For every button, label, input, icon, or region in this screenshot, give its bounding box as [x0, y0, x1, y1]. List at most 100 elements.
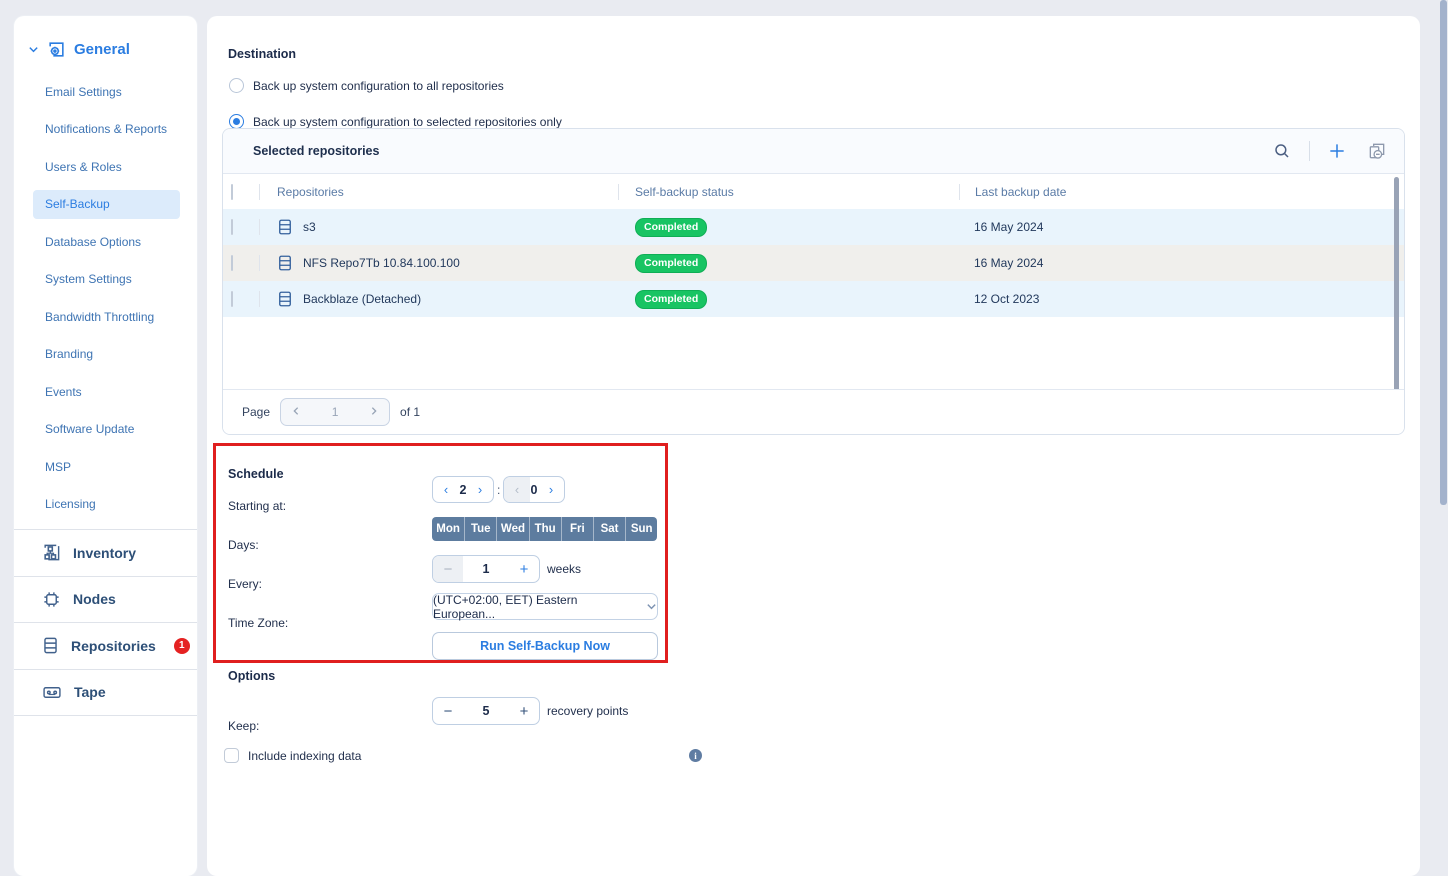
- page-control: 1: [280, 398, 390, 426]
- remove-from-backup-icon[interactable]: [1364, 138, 1390, 164]
- divider: [1309, 141, 1310, 161]
- sidebar-item-users-roles[interactable]: Users & Roles: [14, 148, 197, 186]
- add-icon[interactable]: [1324, 138, 1350, 164]
- sidebar-group-general[interactable]: General: [14, 16, 197, 65]
- radio-icon: [229, 78, 244, 93]
- every-decrement-icon[interactable]: −: [433, 556, 463, 582]
- sidebar-item-inventory[interactable]: Inventory: [14, 530, 197, 576]
- panel-title: Selected repositories: [253, 144, 379, 158]
- repositories-alert-badge: 1: [174, 638, 190, 654]
- sidebar-general-items: Email Settings Notifications & Reports U…: [14, 73, 197, 523]
- sidebar-item-bandwidth-throttling[interactable]: Bandwidth Throttling: [14, 298, 197, 336]
- day-toggle-thu[interactable]: Thu: [529, 517, 561, 541]
- hour-value: 2: [459, 483, 467, 497]
- repository-name: NFS Repo7Tb 10.84.100.100: [303, 256, 460, 270]
- last-backup-date: 16 May 2024: [959, 220, 1309, 234]
- sidebar-item-events[interactable]: Events: [14, 373, 197, 411]
- table-row[interactable]: NFS Repo7Tb 10.84.100.100 Completed 16 M…: [223, 245, 1404, 281]
- tape-icon: [42, 683, 62, 702]
- divider: [14, 715, 197, 716]
- hour-increment-icon[interactable]: ›: [467, 482, 493, 497]
- radio-backup-selected-repositories[interactable]: Back up system configuration to selected…: [229, 114, 562, 129]
- starting-at-label: Starting at:: [228, 499, 286, 513]
- column-status[interactable]: Self-backup status: [619, 185, 959, 199]
- radio-backup-all-repositories[interactable]: Back up system configuration to all repo…: [229, 78, 504, 93]
- sidebar-item-database-options[interactable]: Database Options: [14, 223, 197, 261]
- column-last-backup-date[interactable]: Last backup date: [960, 185, 1310, 199]
- chip-icon: [42, 590, 61, 609]
- page-scrollbar[interactable]: [1440, 0, 1447, 505]
- include-indexing-checkbox[interactable]: [224, 748, 239, 763]
- page-next-icon[interactable]: [369, 405, 379, 419]
- table-row[interactable]: Backblaze (Detached) Completed 12 Oct 20…: [223, 281, 1404, 317]
- hour-spinner[interactable]: ‹ 2 ›: [432, 476, 494, 503]
- every-label: Every:: [228, 577, 262, 591]
- every-value: 1: [463, 562, 509, 576]
- sidebar-item-repositories[interactable]: Repositories 1: [14, 623, 197, 669]
- sidebar-item-notifications-reports[interactable]: Notifications & Reports: [14, 111, 197, 149]
- days-label: Days:: [228, 538, 259, 552]
- database-icon: [277, 218, 293, 236]
- minute-decrement-icon[interactable]: ‹: [504, 477, 530, 502]
- main-content: Destination Back up system configuration…: [207, 16, 1420, 876]
- search-icon[interactable]: [1269, 138, 1295, 164]
- table-row[interactable]: s3 Completed 16 May 2024: [223, 209, 1404, 245]
- selected-repositories-panel: Selected repositories: [222, 128, 1405, 435]
- day-toggle-fri[interactable]: Fri: [561, 517, 593, 541]
- every-increment-icon[interactable]: +: [509, 556, 539, 582]
- sidebar-general-label: General: [74, 41, 130, 58]
- time-colon: :: [497, 483, 500, 497]
- page-number[interactable]: 1: [332, 405, 339, 419]
- radio-selected-icon: [229, 114, 244, 129]
- table-header: Repositories Self-backup status Last bac…: [223, 174, 1404, 209]
- day-toggle-sat[interactable]: Sat: [593, 517, 625, 541]
- sidebar-item-licensing[interactable]: Licensing: [14, 486, 197, 524]
- keep-unit-label: recovery points: [547, 704, 628, 718]
- database-icon: [277, 290, 293, 308]
- minute-value: 0: [530, 483, 538, 497]
- include-indexing-checkbox-row[interactable]: Include indexing data: [224, 748, 361, 763]
- chevron-down-icon: [646, 601, 657, 612]
- timezone-dropdown[interactable]: (UTC+02:00, EET) Eastern European...: [432, 593, 658, 620]
- sidebar-item-system-settings[interactable]: System Settings: [14, 261, 197, 299]
- status-badge: Completed: [635, 254, 707, 273]
- row-checkbox[interactable]: [231, 291, 233, 307]
- row-checkbox[interactable]: [231, 219, 233, 235]
- page-label: Page: [242, 405, 270, 419]
- keep-increment-icon[interactable]: +: [509, 698, 539, 724]
- keep-decrement-icon[interactable]: −: [433, 698, 463, 724]
- keep-value: 5: [463, 704, 509, 718]
- sidebar-item-software-update[interactable]: Software Update: [14, 411, 197, 449]
- include-indexing-label: Include indexing data: [248, 749, 361, 763]
- minute-spinner[interactable]: ‹ 0 ›: [503, 476, 565, 503]
- day-toggle-mon[interactable]: Mon: [432, 517, 464, 541]
- database-icon: [42, 636, 59, 655]
- select-all-checkbox[interactable]: [231, 184, 233, 200]
- hour-decrement-icon[interactable]: ‹: [433, 482, 459, 497]
- status-badge: Completed: [635, 290, 707, 309]
- day-toggle-sun[interactable]: Sun: [625, 517, 657, 541]
- run-self-backup-button[interactable]: Run Self-Backup Now: [432, 632, 658, 660]
- info-icon[interactable]: i: [689, 749, 702, 762]
- page-prev-icon[interactable]: [291, 405, 301, 419]
- sidebar-item-branding[interactable]: Branding: [14, 336, 197, 374]
- panel-header: Selected repositories: [223, 129, 1404, 174]
- keep-stepper[interactable]: − 5 +: [432, 697, 540, 725]
- day-toggle-tue[interactable]: Tue: [464, 517, 496, 541]
- timezone-value: (UTC+02:00, EET) Eastern European...: [433, 593, 638, 621]
- pagination: Page 1 of 1: [223, 389, 1404, 434]
- keep-label: Keep:: [228, 719, 259, 733]
- column-repositories[interactable]: Repositories: [260, 185, 618, 199]
- sidebar-item-email-settings[interactable]: Email Settings: [14, 73, 197, 111]
- gear-icon: [47, 40, 66, 59]
- row-checkbox[interactable]: [231, 255, 233, 271]
- sidebar-item-nodes[interactable]: Nodes: [14, 577, 197, 623]
- every-stepper[interactable]: − 1 +: [432, 555, 540, 583]
- status-badge: Completed: [635, 218, 707, 237]
- repository-name: s3: [303, 220, 316, 234]
- sidebar-item-tape[interactable]: Tape: [14, 670, 197, 716]
- sidebar-item-self-backup[interactable]: Self-Backup: [14, 186, 197, 224]
- sidebar-item-msp[interactable]: MSP: [14, 448, 197, 486]
- day-toggle-wed[interactable]: Wed: [496, 517, 528, 541]
- minute-increment-icon[interactable]: ›: [538, 482, 564, 497]
